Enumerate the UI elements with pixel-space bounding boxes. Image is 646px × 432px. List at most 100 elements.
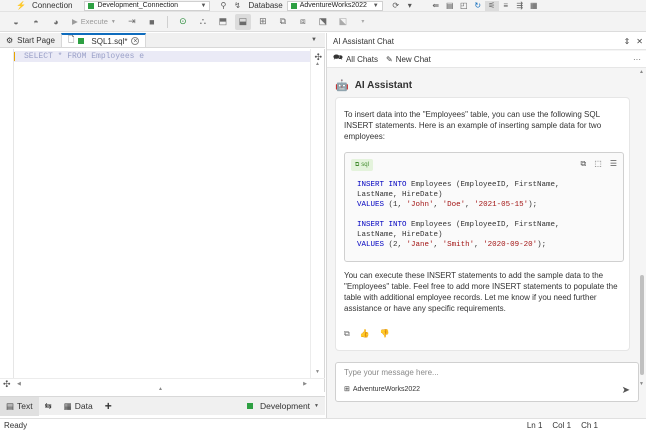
close-icon[interactable]: ✕ [636,37,643,46]
scroll-center-icon: ▲ [158,386,163,392]
scroll-down-icon[interactable]: ▼ [639,381,644,387]
transaction-icon[interactable]: ⧈ [295,14,311,30]
add-view-button[interactable]: + [99,397,118,416]
code-string: 'Jane' [406,241,434,249]
database-status-icon [290,2,297,9]
chat-scrollbar[interactable]: ▲ ▼ [638,69,646,387]
cursor-position: Ln 1 Col 1 Ch 1 [527,421,598,430]
chart-icon[interactable]: ◰ [457,1,471,11]
line-number: Ln 1 [526,421,543,430]
editor-tabs: ⚙ Start Page 🗋 SQL1.sql* × ▼ [0,33,325,48]
code-keyword: VALUES [357,201,385,209]
assistant-title: AI Assistant [354,80,413,91]
database-label: Database [248,1,283,10]
connection-select[interactable]: Development_Connection ▼ [84,0,211,11]
file-results-icon[interactable]: ⧉ [275,14,291,30]
profile-icon[interactable]: ⬒ [215,14,231,30]
swap-icon: ⇆ [44,400,52,411]
new-chat-button[interactable]: ✎ New Chat [386,55,431,64]
close-icon[interactable]: × [131,37,140,45]
context-chip[interactable]: ⊞ AdventureWorks2022 [344,385,420,394]
grid-icon: ▦ [63,400,72,411]
tab-start-page[interactable]: ⚙ Start Page [0,33,61,47]
more-dropdown-icon[interactable]: ▾ [355,14,371,30]
dropdown-more-icon[interactable]: ▾ [403,1,417,11]
all-chats-label: All Chats [345,54,378,64]
message-input[interactable]: Type your message here... [344,368,439,377]
grid-results-icon[interactable]: ⊞ [255,14,271,30]
tab-sql1[interactable]: 🗋 SQL1.sql* × [60,33,147,47]
chat-input-box[interactable]: Type your message here... ⊞ AdventureWor… [335,362,639,402]
scroll-right-icon[interactable]: ▶ [303,381,307,387]
data-view-button[interactable]: ▦ Data [58,397,99,416]
nav-back-icon[interactable]: ⇚ [429,1,443,11]
tabs-dropdown-icon[interactable]: ▼ [311,33,325,47]
vertical-scrollbar[interactable]: ▲ ▼ [310,49,324,379]
pin-icon[interactable]: ⚟ [484,0,499,11]
more-options-icon[interactable]: ··· [633,55,646,64]
save-icon[interactable]: ◒ [8,14,24,30]
refresh-db-icon[interactable]: ⟳ [389,1,403,11]
text-results-icon[interactable]: ⬓ [234,13,251,30]
editor-bottom-bar: ▤ Text ⇆ ▦ Data + Development ▼ [0,396,325,416]
code-string: 'Smith' [442,241,475,249]
ai-chat-panel: AI Assistant Chat ⇕ ✕ 🗪 All Chats ✎ New … [326,33,646,418]
scroll-down-icon[interactable]: ▼ [315,369,320,375]
grid-icon[interactable]: ▤ [443,1,457,11]
text-view-button[interactable]: ▤ Text [0,396,39,416]
indent-icon[interactable]: ⇶ [513,1,527,11]
code-string: 'John' [406,201,434,209]
scroll-thumb[interactable] [640,275,644,375]
line-gutter [0,49,14,379]
pin-icon[interactable]: ⇕ [624,37,631,46]
code-icon: ⧉ [355,161,360,168]
all-chats-button[interactable]: 🗪 All Chats [333,52,378,66]
code-text: LastName, HireDate) [357,191,443,199]
insert-icon[interactable]: ☰ [610,159,617,169]
split-horizontal-icon[interactable]: ✣ [3,379,11,390]
split-editor-icon[interactable]: ✣ [314,52,322,63]
code-text: ); [528,201,538,209]
connection-label: Connection [32,1,73,10]
thumbs-up-icon[interactable]: 👍 [360,329,370,339]
open-in-editor-icon[interactable]: ⬚ [594,159,602,169]
step-icon[interactable]: ⇥ [124,14,140,30]
play-circle-icon[interactable]: ⊙ [175,14,191,30]
scroll-left-icon[interactable]: ◀ [17,381,21,387]
refresh-icon[interactable]: ↻ [471,1,485,11]
copy-icon[interactable]: ⧉ [581,159,587,169]
thumbs-down-icon[interactable]: 👎 [380,329,390,339]
chat-panel-header: AI Assistant Chat ⇕ ✕ [327,33,646,50]
commit-icon[interactable]: ⬔ [315,14,331,30]
plus-icon: + [104,399,112,413]
rollback-icon[interactable]: ⬕ [335,14,351,30]
connection-status-icon [88,2,95,9]
copy-icon[interactable]: ⧉ [344,329,350,339]
robot-icon: 🤖 [335,80,349,92]
align-icon[interactable]: ≡ [499,1,513,11]
code-text: Employees (EmployeeID, FirstName, [406,221,560,229]
editor-line[interactable]: SELECT * FROM Employees e [14,51,311,62]
execute-button[interactable]: ▶ Execute ▼ [68,17,120,26]
disconnect-icon[interactable]: ↯ [230,1,244,11]
sql-editor[interactable]: SELECT * FROM Employees e ▲ ▼ ✣ ✣ ◀ ▲ ▶ [0,49,325,392]
gear-icon: ⚙ [6,35,14,45]
connect-icon[interactable]: ⚲ [216,1,230,11]
code-text: (1, [384,201,407,209]
format-icon[interactable]: ▦ [527,1,541,11]
save-all-icon[interactable]: ◓ [28,14,44,30]
text-view-icon: ▤ [6,400,15,411]
swap-panes-button[interactable]: ⇆ [39,397,58,416]
database-select[interactable]: AdventureWorks2022 ▼ [286,0,383,11]
plan-icon[interactable]: ⛬ [195,14,211,30]
new-chat-label: New Chat [395,54,431,64]
code-text: Employees (EmployeeID, FirstName, [406,181,560,189]
stop-icon[interactable]: ■ [144,14,160,30]
horizontal-scrollbar[interactable]: ✣ ◀ ▲ ▶ [0,378,325,392]
code-content: INSERT INTO Employees (EmployeeID, First… [357,180,560,250]
connection-indicator[interactable]: Development ▼ [246,401,325,411]
scroll-up-icon[interactable]: ▲ [639,69,644,75]
code-text: , [465,201,475,209]
send-icon[interactable]: ➤ [622,385,630,396]
database-icon[interactable]: ◕ [48,14,64,30]
